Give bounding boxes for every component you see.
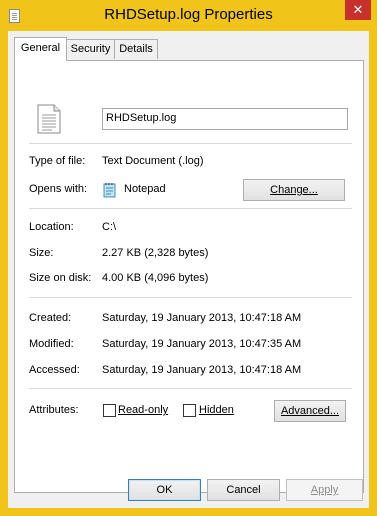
file-name-field[interactable]: RHDSetup.log [102, 108, 348, 130]
tab-details[interactable]: Details [114, 39, 158, 59]
hidden-checkbox[interactable] [183, 404, 196, 417]
hidden-text: Hidden [199, 404, 234, 416]
advanced-button[interactable]: Advanced... [274, 400, 346, 422]
title-bar[interactable]: RHDSetup.log Properties ✕ [0, 0, 377, 31]
ok-button[interactable]: OK [128, 479, 201, 501]
window-title: RHDSetup.log Properties [104, 6, 273, 23]
change-button-label: Change... [270, 184, 318, 196]
size-value: 2.27 KB (2,328 bytes) [102, 247, 209, 259]
change-button[interactable]: Change... [243, 179, 345, 201]
opens-with-value: Notepad [124, 183, 166, 195]
properties-window: RHDSetup.log Properties ✕ General Securi… [0, 0, 377, 516]
accessed-value: Saturday, 19 January 2013, 10:47:18 AM [102, 364, 302, 376]
separator [29, 297, 352, 298]
size-label: Size: [29, 247, 54, 259]
dialog-client: General Security Details RHDSetup.log Ty… [8, 31, 369, 508]
text-document-icon [37, 104, 61, 134]
attributes-label: Attributes: [29, 404, 79, 416]
read-only-label[interactable]: Read-only [118, 404, 168, 416]
separator [29, 208, 352, 209]
location-label: Location: [29, 221, 74, 233]
advanced-button-label: Advanced... [280, 405, 340, 417]
created-label: Created: [29, 312, 72, 324]
separator [29, 143, 352, 144]
type-label: Type of file: [29, 155, 86, 167]
cancel-button[interactable]: Cancel [207, 479, 280, 501]
modified-value: Saturday, 19 January 2013, 10:47:35 AM [102, 338, 302, 350]
notepad-icon [103, 183, 116, 198]
opens-with-label: Opens with: [29, 183, 88, 195]
type-value: Text Document (.log) [102, 155, 204, 167]
separator [29, 388, 352, 389]
tab-general[interactable]: General [14, 37, 67, 61]
location-value: C:\ [102, 221, 117, 233]
accessed-label: Accessed: [29, 364, 80, 376]
tab-security[interactable]: Security [66, 39, 115, 59]
size-on-disk-label: Size on disk: [29, 272, 92, 284]
created-value: Saturday, 19 January 2013, 10:47:18 AM [102, 312, 302, 324]
apply-button[interactable]: Apply [286, 479, 363, 501]
general-panel: RHDSetup.log Type of file: Text Document… [14, 60, 364, 493]
modified-label: Modified: [29, 338, 74, 350]
apply-button-label: Apply [310, 484, 339, 496]
close-icon: ✕ [352, 2, 364, 17]
read-only-text: Read-only [118, 404, 169, 416]
hidden-label[interactable]: Hidden [199, 404, 234, 416]
close-button[interactable]: ✕ [345, 0, 371, 20]
size-on-disk-value: 4.00 KB (4,096 bytes) [102, 272, 209, 284]
read-only-checkbox[interactable] [103, 404, 116, 417]
